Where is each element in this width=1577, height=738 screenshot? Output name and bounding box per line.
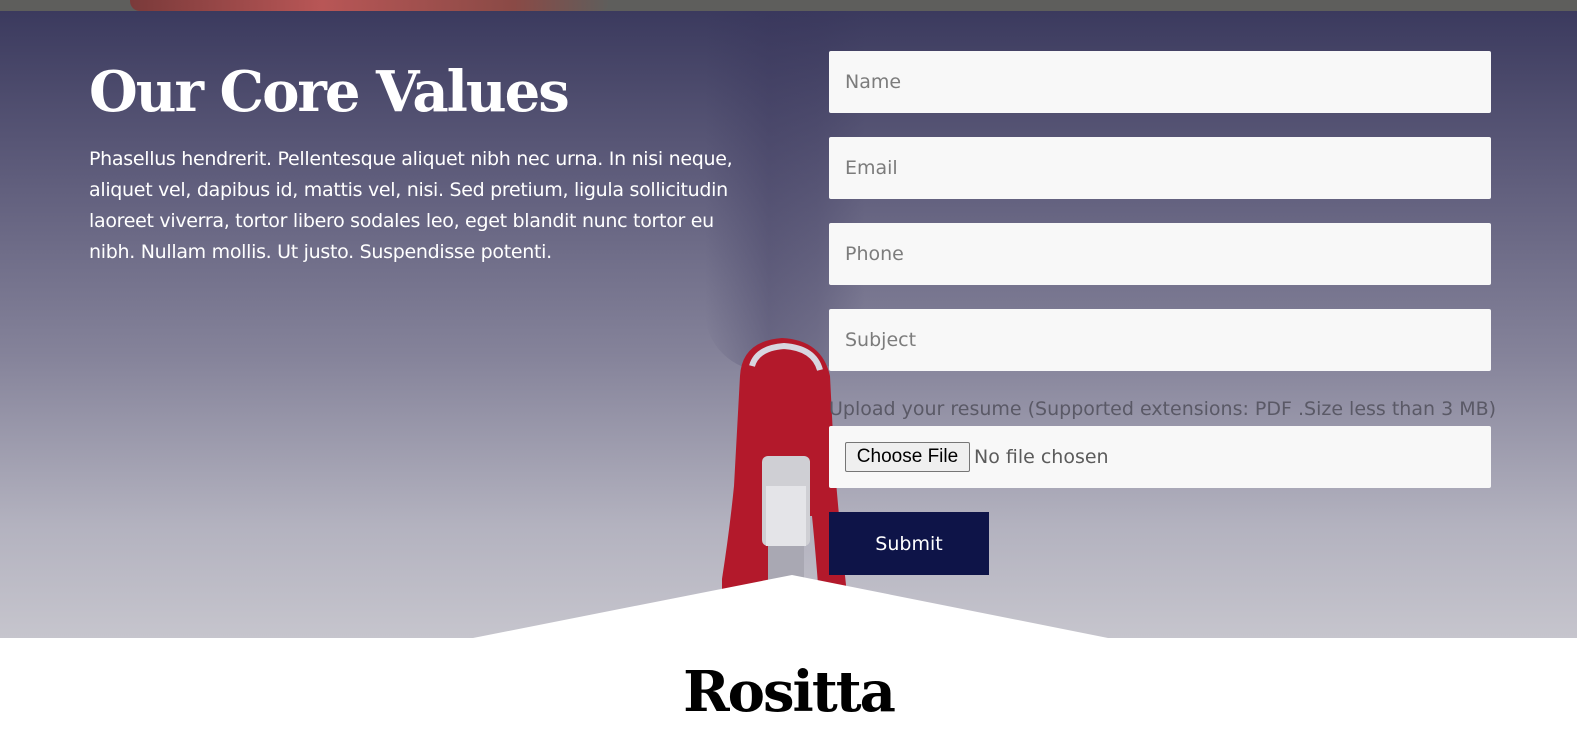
phone-field[interactable] <box>829 223 1491 285</box>
banner-image-fragment <box>130 0 610 11</box>
upload-resume-label: Upload your resume (Supported extensions… <box>829 398 1497 420</box>
top-banner-edge <box>0 0 1577 11</box>
submit-button[interactable]: Submit <box>829 512 989 575</box>
section-divider-peak <box>473 575 1108 639</box>
resume-file-input[interactable]: Choose File No file chosen <box>829 426 1491 488</box>
file-status-text: No file chosen <box>974 446 1109 468</box>
subject-field[interactable] <box>829 309 1491 371</box>
email-field[interactable] <box>829 137 1491 199</box>
brand-name: Rositta <box>683 659 896 725</box>
choose-file-button[interactable]: Choose File <box>845 442 970 472</box>
section-description: Phasellus hendrerit. Pellentesque alique… <box>89 148 733 263</box>
name-field[interactable] <box>829 51 1491 113</box>
section-title: Our Core Values <box>89 59 570 125</box>
